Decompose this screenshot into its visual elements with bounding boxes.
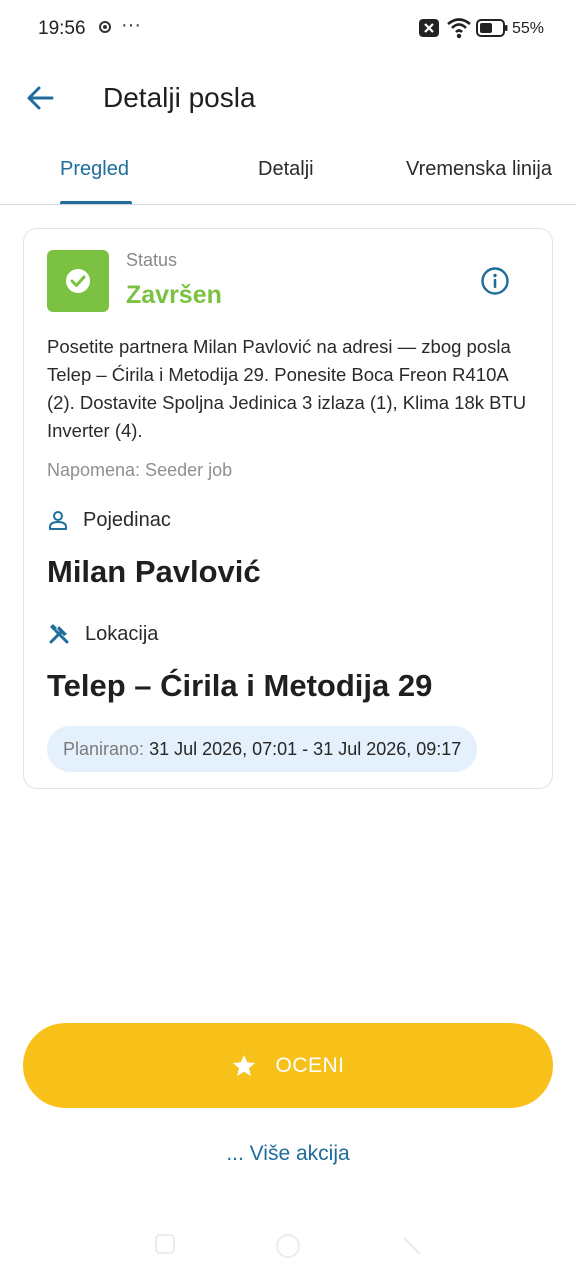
back-button[interactable] [22, 80, 58, 116]
wifi-icon [446, 17, 472, 44]
job-note: Napomena: Seeder job [47, 460, 233, 480]
info-icon [481, 267, 509, 295]
system-nav-bar [0, 1210, 576, 1280]
page-title: Detalji posla [103, 82, 256, 113]
more-notifications-icon: ··· [121, 14, 141, 36]
location-section-label: Lokacija [85, 622, 159, 645]
location-section-header: Lokacija [47, 620, 158, 648]
active-tab-indicator [60, 201, 132, 204]
tab-bar: Pregled Detalji Vremenska linija [0, 142, 576, 205]
recent-apps-icon[interactable] [153, 1232, 177, 1256]
person-name: Milan Pavlović [47, 554, 261, 589]
star-icon [233, 1054, 256, 1076]
tab-details[interactable]: Detalji [258, 158, 314, 181]
tools-icon [49, 624, 69, 644]
app-bar: Detalji posla [0, 58, 576, 142]
status-time: 19:56 [38, 18, 86, 39]
more-actions-link[interactable]: ... Više akcija [0, 1142, 576, 1166]
battery-percent: 55% [512, 20, 545, 37]
sim-x-icon [418, 18, 440, 43]
person-section-header: Pojedinac [47, 506, 171, 534]
tab-timeline[interactable]: Vremenska linija [406, 158, 552, 181]
planned-value: 31 Jul 2026, 07:01 - 31 Jul 2026, 09:17 [149, 738, 462, 759]
status-value: Završen [126, 281, 222, 309]
arrow-left-icon [27, 86, 54, 110]
rate-button-label: OCENI [275, 1053, 345, 1077]
app-notification-icon [98, 20, 112, 39]
person-icon [49, 511, 67, 530]
status-check-icon [47, 250, 109, 312]
job-description: Posetite partnera Milan Pavlović na adre… [47, 336, 527, 441]
info-button[interactable] [480, 266, 510, 296]
planned-label: Planirano: [63, 738, 145, 759]
status-label: Status [126, 250, 178, 270]
home-icon[interactable] [274, 1232, 302, 1260]
job-summary-card: Status Završen Posetite partnera Milan P… [23, 228, 553, 789]
rate-button[interactable]: OCENI [23, 1023, 553, 1108]
planned-time-chip: Planirano: 31 Jul 2026, 07:01 - 31 Jul 2… [47, 726, 478, 772]
battery-icon [476, 19, 508, 42]
person-section-label: Pojedinac [83, 508, 171, 531]
location-name: Telep – Ćirila i Metodija 29 [47, 668, 433, 703]
tab-overview[interactable]: Pregled [60, 158, 129, 181]
back-nav-icon[interactable] [398, 1232, 426, 1260]
status-bar: 19:56 ··· 55% [0, 0, 576, 58]
